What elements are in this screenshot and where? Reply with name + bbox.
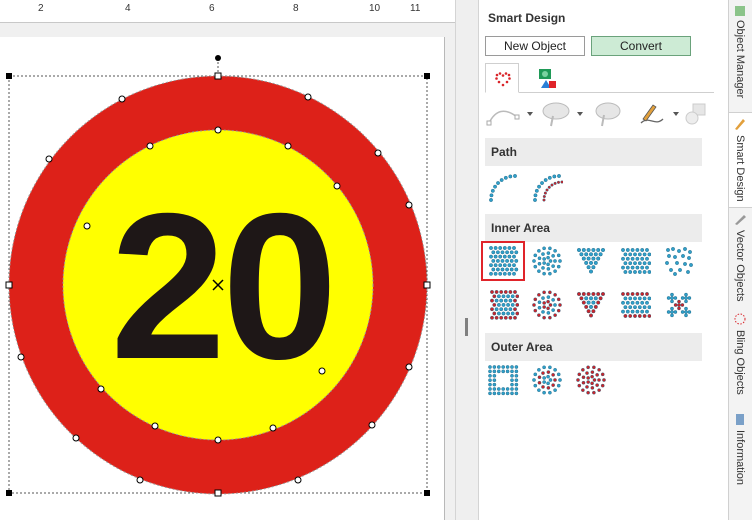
section-outer-header: Outer Area: [485, 333, 702, 361]
pattern-inner-grid-fill[interactable]: [481, 241, 525, 281]
splitter-grip[interactable]: [465, 318, 468, 336]
pattern-path-single[interactable]: [487, 170, 519, 202]
canvas-area[interactable]: 2 4 6 8 10 11 20: [0, 0, 455, 520]
pattern-outer-square[interactable]: [487, 364, 519, 396]
vector-objects-icon: [735, 215, 746, 225]
pattern-outer-concentric[interactable]: [531, 364, 563, 396]
information-icon: [736, 414, 744, 425]
pattern-path-double[interactable]: [531, 170, 563, 202]
new-object-button[interactable]: New Object: [485, 36, 585, 56]
pattern-outer-concentric-red[interactable]: [575, 364, 607, 396]
smart-design-icon: [735, 119, 745, 130]
rotation-handle: [215, 55, 221, 61]
object-manager-icon: [735, 6, 745, 16]
side-tab-information[interactable]: Information: [729, 408, 752, 498]
drawing-toolbar: [485, 98, 713, 128]
bling-objects-icon: [734, 313, 746, 325]
chevron-down-icon[interactable]: [577, 112, 583, 116]
tab-heart-dots[interactable]: [485, 63, 519, 93]
section-path-header: Path: [485, 138, 702, 166]
chevron-down-icon[interactable]: [527, 112, 533, 116]
pattern-inner-rows-red[interactable]: [619, 289, 651, 321]
chevron-down-icon[interactable]: [673, 112, 679, 116]
side-tab-smart-design[interactable]: Smart Design: [729, 112, 752, 208]
pattern-inner-concentric[interactable]: [531, 245, 563, 277]
speed-limit-number: 20: [110, 171, 333, 403]
pattern-inner-concentric-red[interactable]: [531, 289, 563, 321]
sign-drawing[interactable]: 20: [0, 0, 455, 520]
convert-button[interactable]: Convert: [591, 36, 691, 56]
pattern-inner-diamonds[interactable]: [663, 289, 695, 321]
pattern-inner-scatter[interactable]: [663, 245, 695, 277]
eraser-blob-icon[interactable]: [591, 101, 625, 127]
side-tab-object-manager[interactable]: Object Manager: [729, 0, 752, 112]
pattern-inner-triangle-red[interactable]: [575, 289, 607, 321]
side-tab-vector-objects[interactable]: Vector Objects: [729, 208, 752, 308]
pattern-inner-rows[interactable]: [619, 245, 651, 277]
shapes-icon: [539, 69, 556, 88]
pen-curve-icon[interactable]: [635, 101, 669, 127]
section-inner-header: Inner Area: [485, 214, 702, 242]
side-tab-strip: Object Manager Smart Design Vector Objec…: [728, 0, 752, 520]
tab-shapes[interactable]: [533, 63, 567, 93]
pattern-inner-triangle[interactable]: [575, 245, 607, 277]
pattern-inner-grid-red[interactable]: [487, 289, 519, 321]
heart-dots-icon: [495, 72, 511, 87]
blob-brush-icon[interactable]: [539, 101, 573, 127]
shape-tool-icon[interactable]: [683, 101, 713, 127]
panel-splitter[interactable]: [455, 0, 479, 520]
bezier-path-icon[interactable]: [485, 101, 525, 127]
smart-design-panel: Smart Design New Object Convert Path Inn…: [479, 0, 728, 520]
panel-title: Smart Design: [488, 11, 566, 25]
side-tab-bling-objects[interactable]: Bling Objects: [729, 308, 752, 408]
